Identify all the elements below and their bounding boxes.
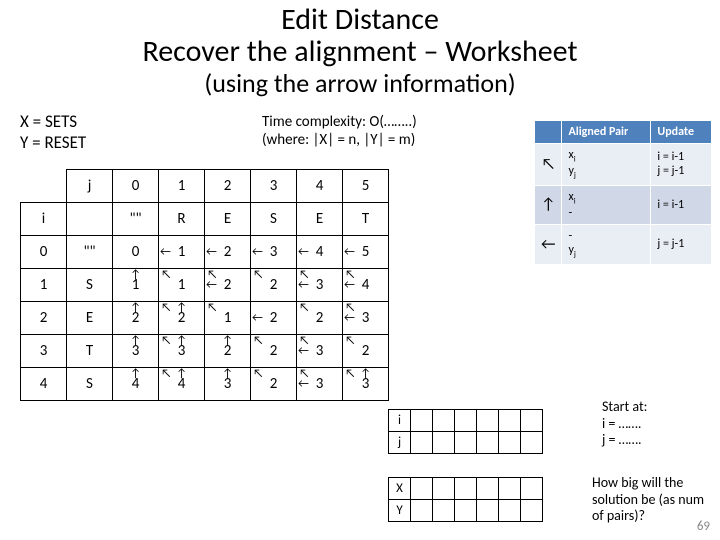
complexity-note: Time complexity: O(……..) (where: |X| = n… [262, 113, 417, 149]
arrow-left-icon: ← [298, 279, 309, 291]
dp-cell: ↖1 [159, 269, 205, 302]
arrow-diag-icon: ↖ [207, 302, 218, 314]
arrow-diag-icon: ↖ [253, 269, 264, 281]
arrow-left-icon: ← [206, 246, 217, 258]
dp-cell: ↖2 [343, 335, 389, 368]
dp-cell: ↖↑4 [159, 368, 205, 401]
legend-arrow-icon: ← [535, 225, 562, 264]
arrow-left-icon: ← [344, 246, 355, 258]
arrow-diag-icon: ↖ [253, 368, 264, 380]
arrow-up-icon: ↑ [222, 368, 233, 380]
arrow-diag-icon: ↖ [299, 302, 310, 314]
label-i: i [21, 203, 67, 236]
arrow-left-icon: ← [344, 279, 355, 291]
dp-cell: ↑1 [113, 269, 159, 302]
dp-cell: ↑3 [205, 368, 251, 401]
arrow-up-icon: ↑ [176, 302, 187, 314]
dp-table: j 0 1 2 3 4 5 i "" R E S E T 0""0←1←2←3←… [20, 169, 389, 401]
dp-cell: ←3 [251, 236, 297, 269]
dp-cell: ↖↑3 [159, 335, 205, 368]
legend-arrow-icon: ↑ [535, 185, 562, 224]
arrow-up-icon: ↑ [130, 302, 141, 314]
size-question: How big will the solution be (as num of … [592, 475, 712, 525]
legend-arrow-icon: ↖ [535, 144, 562, 186]
dp-cell: ←5 [343, 236, 389, 269]
arrow-diag-icon: ↖ [253, 335, 264, 347]
dp-cell: ↖2 [297, 302, 343, 335]
arrow-diag-icon: ↖ [161, 368, 172, 380]
dp-cell: ↑3 [113, 335, 159, 368]
arrow-legend: Aligned Pair Update ↖xiyji = i-1j = j-1↑… [534, 120, 712, 265]
arrow-up-icon: ↑ [360, 368, 371, 380]
dp-cell: ↖←2 [205, 269, 251, 302]
arrow-left-icon: ← [160, 246, 171, 258]
start-note: Start at:i = …….j = ……. [602, 399, 712, 449]
title-line1: Edit Distance [10, 4, 710, 36]
arrow-up-icon: ↑ [176, 335, 187, 347]
arrow-diag-icon: ↖ [161, 269, 172, 281]
dp-cell: ←4 [297, 236, 343, 269]
arrow-left-icon: ← [298, 345, 309, 357]
dp-cell: ←1 [159, 236, 205, 269]
dp-cell: ↑2 [113, 302, 159, 335]
ij-trace-table: i j [388, 409, 543, 454]
dp-cell: ↖←3 [297, 335, 343, 368]
legend-pair: -yj [562, 225, 651, 264]
legend-pair: xi- [562, 185, 651, 224]
dp-cell: ↑2 [205, 335, 251, 368]
dp-cell: ↖←3 [343, 302, 389, 335]
dp-cell: ←2 [205, 236, 251, 269]
arrow-up-icon: ↑ [222, 335, 233, 347]
dp-cell: ↑4 [113, 368, 159, 401]
dp-cell: ↖←4 [343, 269, 389, 302]
dp-cell: ↖↑3 [343, 368, 389, 401]
dp-cell: ↖2 [251, 269, 297, 302]
legend-update: i = i-1 [651, 185, 712, 224]
arrow-up-icon: ↑ [130, 335, 141, 347]
arrow-diag-icon: ↖ [345, 335, 356, 347]
dp-cell: 0 [113, 236, 159, 269]
dp-cell: ↖←3 [297, 269, 343, 302]
xy-alignment-table: X Y [388, 477, 543, 522]
legend-update: i = i-1j = j-1 [651, 144, 712, 186]
arrow-up-icon: ↑ [130, 269, 141, 281]
arrow-left-icon: ← [206, 279, 217, 291]
dp-cell: ↖2 [251, 335, 297, 368]
page-number: 69 [697, 519, 710, 534]
arrow-diag-icon: ↖ [161, 302, 172, 314]
arrow-left-icon: ← [344, 312, 355, 324]
dp-cell: ←2 [251, 302, 297, 335]
legend-update: j = j-1 [651, 225, 712, 264]
dp-cell: ↖↑2 [159, 302, 205, 335]
arrow-diag-icon: ↖ [161, 335, 172, 347]
arrow-left-icon: ← [298, 378, 309, 390]
dp-cell: ↖1 [205, 302, 251, 335]
arrow-up-icon: ↑ [130, 368, 141, 380]
arrow-left-icon: ← [298, 246, 309, 258]
arrow-diag-icon: ↖ [345, 368, 356, 380]
subtitle: (using the arrow information) [0, 67, 720, 99]
title-line2: Recover the alignment – Worksheet [10, 36, 710, 68]
dp-cell: ↖←3 [297, 368, 343, 401]
label-j: j [67, 170, 113, 203]
arrow-left-icon: ← [252, 312, 263, 324]
arrow-left-icon: ← [252, 246, 263, 258]
legend-pair: xiyj [562, 144, 651, 186]
arrow-up-icon: ↑ [176, 368, 187, 380]
dp-cell: ↖2 [251, 368, 297, 401]
